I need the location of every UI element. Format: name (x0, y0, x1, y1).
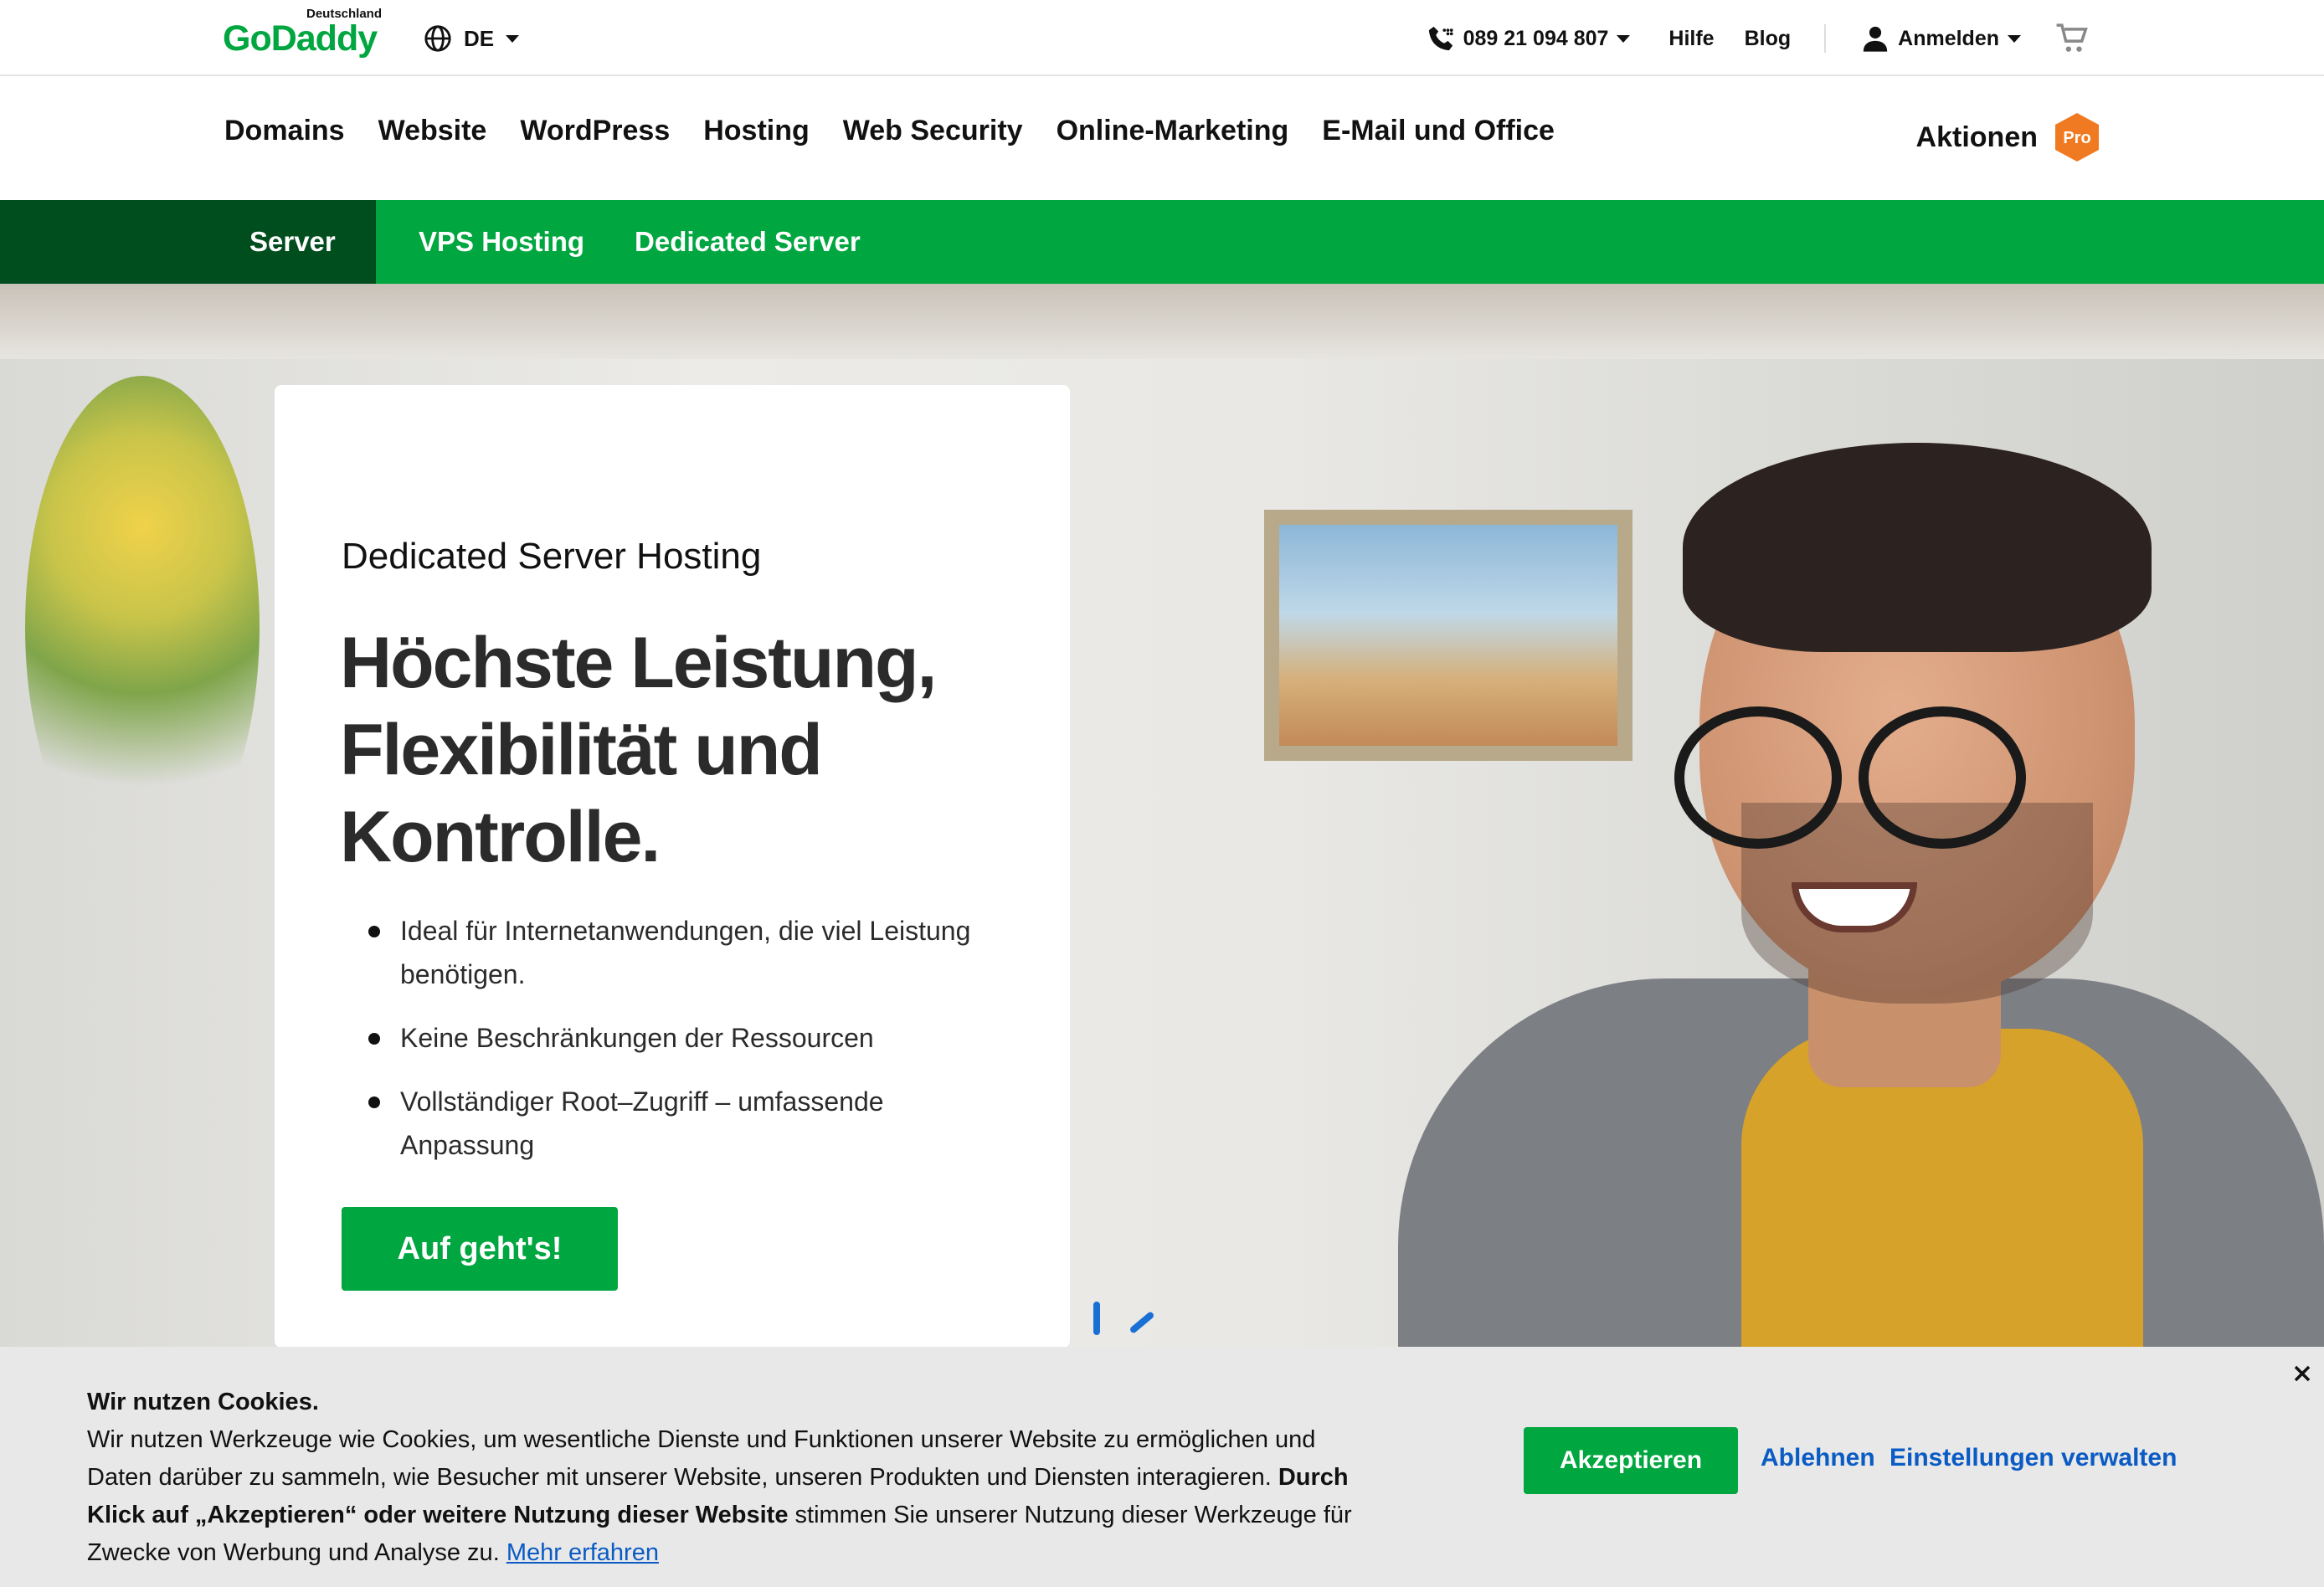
signin-label: Anmelden (1898, 26, 1999, 50)
chevron-down-icon (2008, 34, 2021, 43)
globe-icon (424, 25, 451, 52)
hero-plant-image (25, 376, 260, 878)
nav-website[interactable]: Website (378, 115, 487, 147)
hero-headline-line: Flexibilität und (340, 710, 823, 790)
accept-cookies-button[interactable]: Akzeptieren (1524, 1427, 1738, 1494)
utility-links: 089 21 094 807 Hilfe Blog Anmelden (1403, 18, 2088, 59)
hero-headline-line: Höchste Leistung, (340, 623, 937, 703)
chevron-down-icon (1617, 34, 1631, 43)
cookie-banner: Wir nutzen Cookies. Wir nutzen Werkzeuge… (0, 1347, 2324, 1587)
godaddy-logo[interactable]: Deutschland GoDaddy (223, 7, 390, 60)
cart-icon (2056, 23, 2088, 52)
promotions-link[interactable]: Aktionen Pro (1916, 111, 2101, 163)
hero-person-glasses-right (1859, 706, 2026, 849)
hero-person-hair (1683, 443, 2152, 652)
blog-label: Blog (1744, 26, 1792, 50)
pro-badge-label: Pro (2063, 129, 2090, 147)
hero-bullet: Keine Beschränkungen der Ressourcen (368, 1016, 986, 1060)
user-icon (1863, 26, 1888, 52)
promotions-label: Aktionen (1915, 121, 2038, 153)
subnav-links: VPS Hosting Dedicated Server (419, 200, 861, 284)
hero-bullet: Ideal für Internetanwendungen, die viel … (368, 909, 986, 996)
phone-number: 089 21 094 807 (1463, 26, 1609, 50)
nav-email-office[interactable]: E-Mail und Office (1322, 115, 1555, 147)
cookie-body: Wir nutzen Werkzeuge wie Cookies, um wes… (87, 1426, 1316, 1491)
nav-online-marketing[interactable]: Online-Marketing (1057, 115, 1289, 147)
logo-text: GoDaddy (223, 18, 378, 59)
utility-bar: Deutschland GoDaddy DE 089 21 094 807 Hi… (0, 0, 2324, 76)
help-label: Hilfe (1668, 26, 1715, 50)
blog-link[interactable]: Blog (1730, 27, 1825, 51)
hero-background-ceiling (0, 284, 2324, 359)
hero-card: Dedicated Server Hosting Höchste Leistun… (275, 385, 1070, 1348)
chevron-down-icon (506, 34, 520, 43)
nav-web-security[interactable]: Web Security (843, 115, 1023, 147)
main-navigation: Domains Website WordPress Hosting Web Se… (0, 76, 2324, 200)
phone-icon (1428, 26, 1453, 51)
cookie-title: Wir nutzen Cookies. (87, 1389, 319, 1415)
hero-headline: Höchste Leistung, Flexibilität und Kontr… (340, 619, 993, 881)
nav-domains[interactable]: Domains (224, 115, 345, 147)
hero-painting-image (1264, 510, 1632, 761)
cookie-text: Wir nutzen Cookies. Wir nutzen Werkzeuge… (87, 1384, 1376, 1572)
subnav-vps-hosting[interactable]: VPS Hosting (419, 226, 584, 258)
language-selector[interactable]: DE (424, 22, 520, 55)
hero-headline-line: Kontrolle. (340, 797, 661, 877)
phone-link[interactable]: 089 21 094 807 (1403, 24, 1654, 53)
hexagon-icon: Pro (2055, 113, 2099, 162)
loading-spinner-icon (1093, 1302, 1154, 1335)
hero-person-glasses-left (1674, 706, 1842, 849)
decline-cookies-link[interactable]: Ablehnen (1761, 1444, 1875, 1472)
pro-badge[interactable]: Pro (2053, 111, 2101, 163)
hero-bullet: Vollständiger Root–Zugriff – umfassende … (368, 1080, 986, 1167)
subnav-dedicated-server[interactable]: Dedicated Server (635, 226, 861, 258)
manage-settings-link[interactable]: Einstellungen verwalten (1890, 1444, 2177, 1472)
hero-bullet-list: Ideal für Internetanwendungen, die viel … (368, 909, 986, 1187)
hero-eyebrow: Dedicated Server Hosting (342, 536, 762, 577)
nav-hosting[interactable]: Hosting (703, 115, 810, 147)
sub-navigation: Server VPS Hosting Dedicated Server (0, 200, 2324, 299)
nav-wordpress[interactable]: WordPress (520, 115, 670, 147)
language-label: DE (464, 25, 495, 51)
main-nav-links: Domains Website WordPress Hosting Web Se… (224, 115, 1555, 147)
cart-button[interactable] (2036, 23, 2088, 54)
get-started-button[interactable]: Auf geht's! (342, 1207, 618, 1291)
help-link[interactable]: Hilfe (1653, 27, 1729, 51)
close-icon[interactable] (2292, 1364, 2312, 1384)
subnav-section-server[interactable]: Server (0, 200, 376, 284)
learn-more-link[interactable]: Mehr erfahren (506, 1539, 659, 1566)
signin-button[interactable]: Anmelden (1826, 24, 2036, 53)
